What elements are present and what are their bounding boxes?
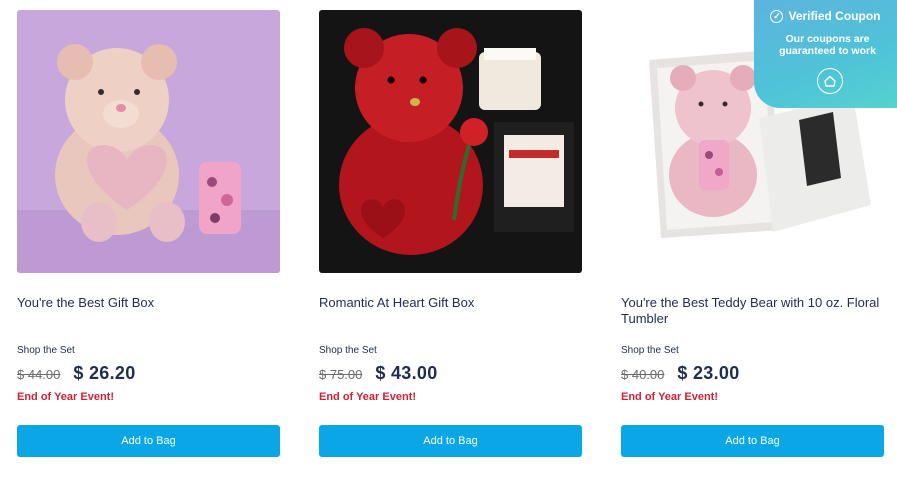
coupon-header: ✓ Verified Coupon	[754, 9, 897, 23]
check-circle-icon: ✓	[770, 9, 784, 23]
event-label: End of Year Event!	[621, 391, 718, 403]
sale-price: $ 43.00	[375, 363, 438, 383]
shop-the-set-label: Shop the Set	[319, 345, 377, 356]
product-title[interactable]: Romantic At Heart Gift Box	[319, 295, 582, 311]
verified-coupon-badge[interactable]: ✓ Verified Coupon Our coupons are guaran…	[754, 0, 897, 108]
price-row: $ 44.00 $ 26.20	[17, 363, 136, 384]
shop-the-set-label: Shop the Set	[17, 345, 75, 356]
teddy-bear-pink-image	[17, 10, 280, 273]
coupon-title: Verified Coupon	[788, 9, 881, 23]
shop-the-set-label: Shop the Set	[621, 345, 679, 356]
price-row: $ 40.00 $ 23.00	[621, 363, 740, 384]
original-price: $ 75.00	[319, 367, 363, 382]
add-to-bag-button[interactable]: Add to Bag	[621, 425, 884, 457]
add-to-bag-button[interactable]: Add to Bag	[17, 425, 280, 457]
add-to-bag-button[interactable]: Add to Bag	[319, 425, 582, 457]
price-row: $ 75.00 $ 43.00	[319, 363, 438, 384]
event-label: End of Year Event!	[17, 391, 114, 403]
product-card: You're the Best Gift Box Shop the Set $ …	[17, 10, 280, 470]
coupon-subtitle: Our coupons are guaranteed to work	[779, 33, 876, 57]
product-image[interactable]	[319, 10, 582, 273]
red-rose-bear-image	[319, 10, 582, 273]
house-logo-icon	[817, 68, 843, 94]
product-title[interactable]: You're the Best Teddy Bear with 10 oz. F…	[621, 295, 884, 327]
sale-price: $ 26.20	[73, 363, 136, 383]
product-title[interactable]: You're the Best Gift Box	[17, 295, 280, 311]
sale-price: $ 23.00	[677, 363, 740, 383]
original-price: $ 44.00	[17, 367, 61, 382]
original-price: $ 40.00	[621, 367, 665, 382]
product-card: Romantic At Heart Gift Box Shop the Set …	[319, 10, 582, 470]
event-label: End of Year Event!	[319, 391, 416, 403]
product-image[interactable]	[17, 10, 280, 273]
